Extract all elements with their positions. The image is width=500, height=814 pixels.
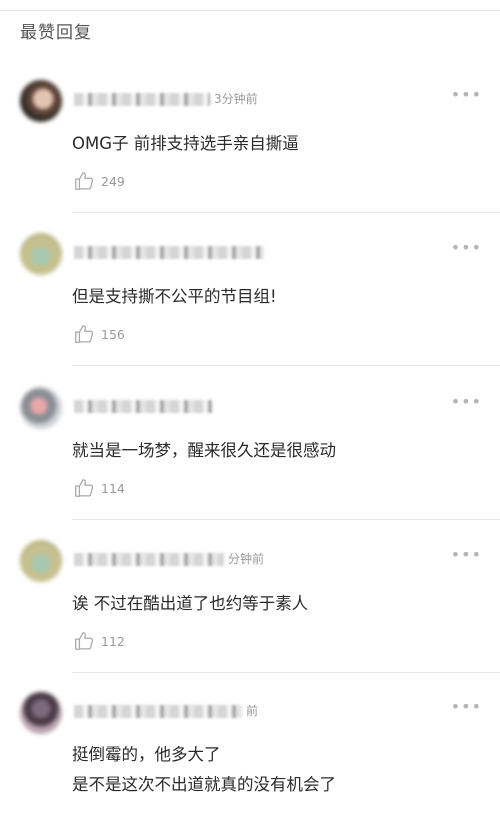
comment-item: ••• 但是支持撕不公平的节目组! 156 bbox=[0, 233, 500, 368]
like-button[interactable]: 112 bbox=[73, 630, 125, 652]
comment-divider bbox=[72, 212, 500, 213]
comment-text: OMG子 前排支持选手亲自撕逼 bbox=[72, 134, 299, 153]
comment-meta: 分钟前 bbox=[74, 550, 274, 568]
more-dots-icon[interactable]: ••• bbox=[451, 394, 482, 410]
comment-text: 诶 不过在酷出道了也约等于素人 bbox=[72, 594, 309, 613]
comment-time: 前 bbox=[246, 704, 259, 718]
comment-item: 分钟前 ••• 诶 不过在酷出道了也约等于素人 112 bbox=[0, 540, 500, 675]
like-button[interactable]: 114 bbox=[73, 477, 125, 499]
avatar[interactable] bbox=[20, 80, 62, 122]
thumbs-up-icon bbox=[75, 172, 94, 190]
more-dots-icon[interactable]: ••• bbox=[451, 240, 482, 256]
like-count: 249 bbox=[101, 173, 125, 189]
comment-text: 就当是一场梦，醒来很久还是很感动 bbox=[72, 441, 336, 460]
like-count: 156 bbox=[101, 326, 125, 342]
comment-meta: 3分钟前 bbox=[74, 90, 274, 108]
comment-divider bbox=[72, 519, 500, 520]
more-dots-icon[interactable]: ••• bbox=[451, 699, 482, 715]
section-title: 最赞回复 bbox=[20, 23, 92, 43]
thumbs-up-icon bbox=[75, 632, 94, 650]
username[interactable] bbox=[74, 705, 242, 718]
avatar[interactable] bbox=[20, 540, 62, 582]
comment-divider bbox=[72, 672, 500, 673]
comment-meta bbox=[74, 397, 274, 415]
comment-divider bbox=[72, 365, 500, 366]
comment-text: 挺倒霉的，他多大了 bbox=[72, 745, 221, 764]
username[interactable] bbox=[74, 93, 210, 106]
avatar[interactable] bbox=[20, 387, 62, 429]
comment-item: 3分钟前 ••• OMG子 前排支持选手亲自撕逼 249 bbox=[0, 80, 500, 215]
thumbs-up-icon bbox=[75, 325, 94, 343]
username[interactable] bbox=[74, 246, 264, 259]
comment-time: 分钟前 bbox=[228, 552, 265, 566]
comment-text: 是不是这次不出道就真的没有机会了 bbox=[72, 775, 336, 794]
comment-meta bbox=[74, 243, 274, 261]
comment-time: 3分钟前 bbox=[214, 92, 258, 106]
top-divider bbox=[0, 10, 500, 11]
avatar[interactable] bbox=[20, 233, 62, 275]
thumbs-up-icon bbox=[75, 479, 94, 497]
comment-item: 前 ••• 挺倒霉的，他多大了 是不是这次不出道就真的没有机会了 bbox=[0, 692, 500, 814]
comment-meta: 前 bbox=[74, 702, 274, 720]
like-count: 112 bbox=[101, 633, 125, 649]
more-dots-icon[interactable]: ••• bbox=[451, 547, 482, 563]
comment-item: ••• 就当是一场梦，醒来很久还是很感动 114 bbox=[0, 387, 500, 522]
comment-text: 但是支持撕不公平的节目组! bbox=[72, 287, 277, 306]
like-count: 114 bbox=[101, 480, 125, 496]
username[interactable] bbox=[74, 400, 212, 413]
more-dots-icon[interactable]: ••• bbox=[451, 87, 482, 103]
avatar[interactable] bbox=[20, 692, 62, 734]
like-button[interactable]: 156 bbox=[73, 323, 125, 345]
like-button[interactable]: 249 bbox=[73, 170, 125, 192]
username[interactable] bbox=[74, 553, 224, 566]
